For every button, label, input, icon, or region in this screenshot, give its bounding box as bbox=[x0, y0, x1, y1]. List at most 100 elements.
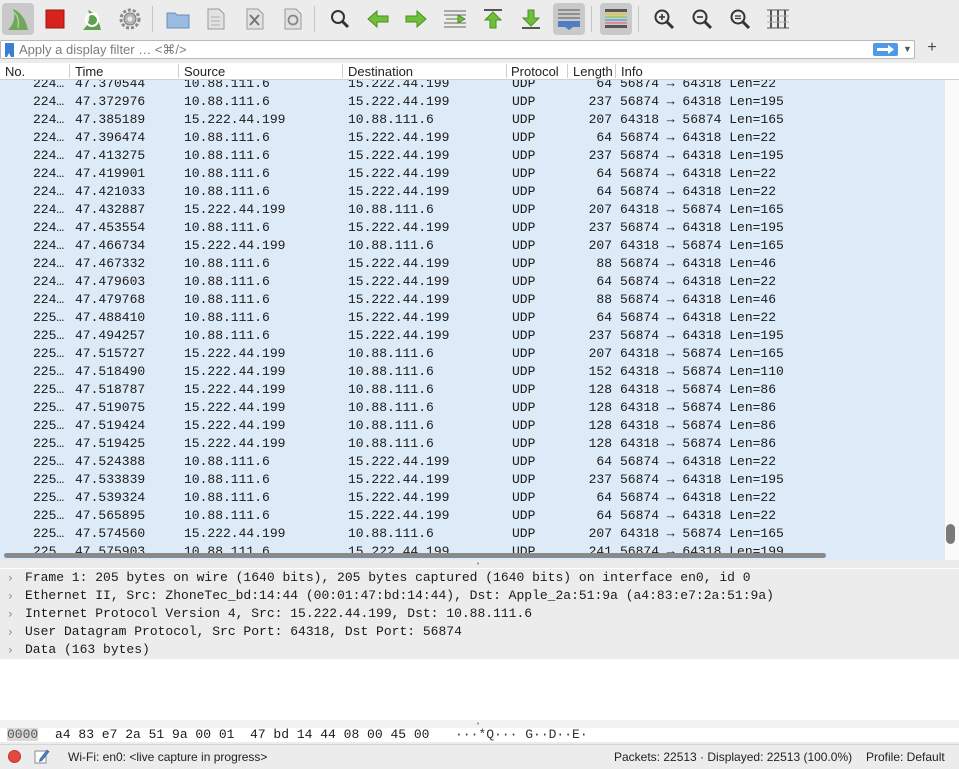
column-header-source[interactable]: Source bbox=[184, 64, 225, 79]
reload-file-icon bbox=[284, 8, 302, 30]
add-filter-button[interactable]: + bbox=[925, 39, 939, 57]
table-row[interactable]: 224… 47.467332 10.88.111.6 15.222.44.199 UDP… bbox=[0, 255, 945, 273]
column-divider[interactable] bbox=[506, 64, 507, 78]
column-header-destination[interactable]: Destination bbox=[348, 64, 413, 79]
open-file-button[interactable] bbox=[162, 3, 194, 35]
table-row[interactable]: 224… 47.370544 10.88.111.6 15.222.44.199 UDP… bbox=[0, 80, 945, 93]
cell-proto: UDP bbox=[512, 94, 536, 109]
first-packet-button[interactable] bbox=[477, 3, 509, 35]
cell-dst: 10.88.111.6 bbox=[348, 364, 434, 379]
chevron-right-icon[interactable]: › bbox=[8, 623, 13, 641]
column-divider[interactable] bbox=[69, 64, 70, 78]
column-header-info[interactable]: Info bbox=[621, 64, 643, 79]
go-forward-button[interactable] bbox=[400, 3, 432, 35]
chevron-right-icon[interactable]: › bbox=[8, 641, 13, 659]
table-row[interactable]: 224… 47.396474 10.88.111.6 15.222.44.199 UDP… bbox=[0, 129, 945, 147]
find-packet-button[interactable] bbox=[324, 3, 356, 35]
resize-columns-button[interactable] bbox=[762, 3, 794, 35]
detail-row-frame[interactable]: › Frame 1: 205 bytes on wire (1640 bits),… bbox=[0, 569, 959, 587]
cell-time: 47.466734 bbox=[75, 238, 146, 253]
cell-proto: UDP bbox=[512, 400, 536, 415]
capture-comment-button[interactable] bbox=[34, 748, 50, 767]
column-divider[interactable] bbox=[342, 64, 343, 78]
cell-len: 64 bbox=[596, 310, 612, 325]
table-row[interactable]: 225… 47.574560 15.222.44.199 10.88.111.6 UDP… bbox=[0, 525, 945, 543]
table-row[interactable]: 225… 47.488410 10.88.111.6 15.222.44.199 UDP… bbox=[0, 309, 945, 327]
table-row[interactable]: 225… 47.524388 10.88.111.6 15.222.44.199 UDP… bbox=[0, 453, 945, 471]
table-row[interactable]: 224… 47.421033 10.88.111.6 15.222.44.199 UDP… bbox=[0, 183, 945, 201]
cell-time: 47.370544 bbox=[75, 80, 146, 91]
normal-size-button[interactable] bbox=[724, 3, 756, 35]
cell-time: 47.519425 bbox=[75, 436, 146, 451]
zoom-out-button[interactable] bbox=[686, 3, 718, 35]
table-row[interactable]: 224… 47.432887 15.222.44.199 10.88.111.6 UDP… bbox=[0, 201, 945, 219]
reload-file-button[interactable] bbox=[276, 3, 308, 35]
column-header-time[interactable]: Time bbox=[75, 64, 103, 79]
cell-len: 152 bbox=[588, 364, 612, 379]
table-row[interactable]: 225… 47.533839 10.88.111.6 15.222.44.199 UDP… bbox=[0, 471, 945, 489]
zoom-in-button[interactable] bbox=[648, 3, 680, 35]
detail-row-ipv4[interactable]: › Internet Protocol Version 4, Src: 15.22… bbox=[0, 605, 959, 623]
column-header-length[interactable]: Length bbox=[573, 64, 613, 79]
chevron-down-icon[interactable]: ▼ bbox=[903, 44, 912, 54]
chevron-right-icon[interactable]: › bbox=[8, 569, 13, 587]
table-row[interactable]: 224… 47.479768 10.88.111.6 15.222.44.199 UDP… bbox=[0, 291, 945, 309]
restart-capture-button[interactable] bbox=[76, 3, 108, 35]
record-indicator-icon[interactable] bbox=[8, 750, 21, 763]
cell-dst: 15.222.44.199 bbox=[348, 94, 450, 109]
bookmark-filter-icon[interactable] bbox=[5, 43, 14, 57]
table-row[interactable]: 224… 47.453554 10.88.111.6 15.222.44.199 UDP… bbox=[0, 219, 945, 237]
column-divider[interactable] bbox=[567, 64, 568, 78]
close-file-button[interactable] bbox=[238, 3, 270, 35]
table-row[interactable]: 225… 47.519425 15.222.44.199 10.88.111.6 UDP… bbox=[0, 435, 945, 453]
table-row[interactable]: 224… 47.479603 10.88.111.6 15.222.44.199 UDP… bbox=[0, 273, 945, 291]
table-row[interactable]: 224… 47.413275 10.88.111.6 15.222.44.199 UDP… bbox=[0, 147, 945, 165]
apply-filter-button[interactable] bbox=[873, 43, 898, 56]
detail-row-ethernet[interactable]: › Ethernet II, Src: ZhoneTec_bd:14:44 (00… bbox=[0, 587, 959, 605]
last-packet-button[interactable] bbox=[515, 3, 547, 35]
table-row[interactable]: 225… 47.539324 10.88.111.6 15.222.44.199 UDP… bbox=[0, 489, 945, 507]
cell-dst: 15.222.44.199 bbox=[348, 292, 450, 307]
column-header-no[interactable]: No. bbox=[5, 64, 25, 79]
save-file-button[interactable] bbox=[199, 3, 231, 35]
table-row[interactable]: 225… 47.515727 15.222.44.199 10.88.111.6 UDP… bbox=[0, 345, 945, 363]
detail-row-data[interactable]: › Data (163 bytes) bbox=[0, 641, 959, 659]
column-divider[interactable] bbox=[178, 64, 179, 78]
table-row[interactable]: 225… 47.518490 15.222.44.199 10.88.111.6 UDP… bbox=[0, 363, 945, 381]
cell-len: 64 bbox=[596, 166, 612, 181]
table-row[interactable]: 224… 47.385189 15.222.44.199 10.88.111.6 UDP… bbox=[0, 111, 945, 129]
stop-capture-button[interactable] bbox=[39, 3, 71, 35]
cell-no: 224… bbox=[33, 292, 65, 307]
bytes-hex[interactable]: a4 83 e7 2a 51 9a 00 01 47 bd 14 44 08 0… bbox=[55, 728, 429, 741]
column-header-protocol[interactable]: Protocol bbox=[511, 64, 559, 79]
chevron-right-icon[interactable]: › bbox=[8, 587, 13, 605]
table-row[interactable]: 224… 47.372976 10.88.111.6 15.222.44.199 UDP… bbox=[0, 93, 945, 111]
table-row[interactable]: 225… 47.519075 15.222.44.199 10.88.111.6 UDP… bbox=[0, 399, 945, 417]
table-row[interactable]: 225… 47.518787 15.222.44.199 10.88.111.6 UDP… bbox=[0, 381, 945, 399]
detail-row-udp[interactable]: › User Datagram Protocol, Src Port: 64318… bbox=[0, 623, 959, 641]
horizontal-scrollbar-thumb[interactable] bbox=[4, 553, 826, 558]
cell-info: 56874 → 64318 Len=195 bbox=[620, 472, 784, 487]
table-row[interactable]: 225… 47.519424 15.222.44.199 10.88.111.6 UDP… bbox=[0, 417, 945, 435]
table-row[interactable]: 224… 47.419901 10.88.111.6 15.222.44.199 UDP… bbox=[0, 165, 945, 183]
table-row[interactable]: 225… 47.494257 10.88.111.6 15.222.44.199 UDP… bbox=[0, 327, 945, 345]
table-row[interactable]: 225… 47.565895 10.88.111.6 15.222.44.199 UDP… bbox=[0, 507, 945, 525]
capture-options-button[interactable] bbox=[114, 3, 146, 35]
colorize-button[interactable] bbox=[600, 3, 632, 35]
display-filter-input[interactable] bbox=[19, 41, 859, 58]
pane-splitter[interactable] bbox=[0, 560, 959, 568]
vertical-scrollbar-track[interactable] bbox=[945, 80, 959, 560]
profile-text[interactable]: Profile: Default bbox=[866, 750, 945, 764]
column-divider[interactable] bbox=[615, 64, 616, 78]
cell-time: 47.488410 bbox=[75, 310, 146, 325]
start-capture-button[interactable] bbox=[2, 3, 34, 35]
chevron-right-icon[interactable]: › bbox=[8, 605, 13, 623]
status-bar: Wi-Fi: en0: <live capture in progress> P… bbox=[0, 744, 959, 769]
go-back-button[interactable] bbox=[362, 3, 394, 35]
go-to-packet-button[interactable] bbox=[439, 3, 471, 35]
cell-no: 225… bbox=[33, 310, 65, 325]
bytes-ascii[interactable]: ···*Q··· G··D··E· bbox=[455, 728, 588, 741]
autoscroll-button[interactable] bbox=[553, 3, 585, 35]
table-row[interactable]: 224… 47.466734 15.222.44.199 10.88.111.6 UDP… bbox=[0, 237, 945, 255]
vertical-scrollbar-thumb[interactable] bbox=[946, 524, 955, 544]
